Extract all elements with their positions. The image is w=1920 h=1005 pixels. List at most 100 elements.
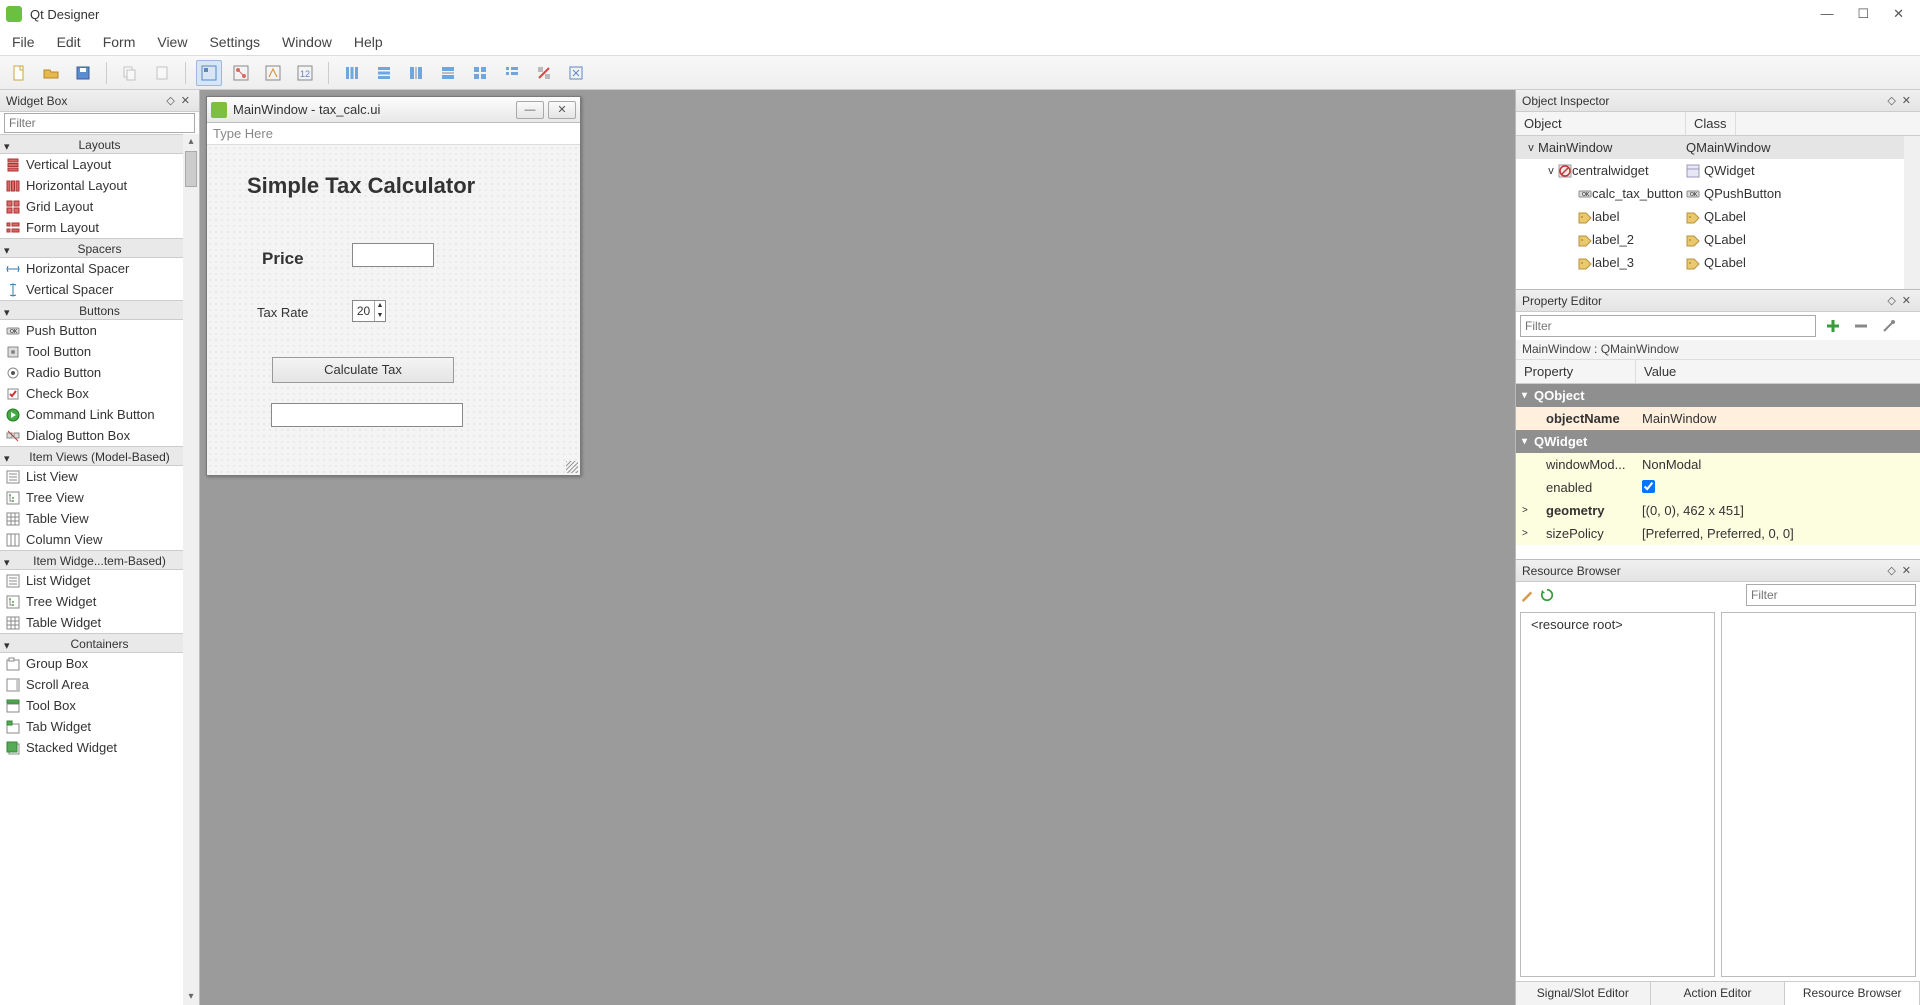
pe-col-value[interactable]: Value	[1636, 360, 1684, 383]
pe-property[interactable]: objectNameMainWindow	[1516, 407, 1920, 430]
wb-item[interactable]: Dialog Button Box	[0, 425, 199, 446]
oi-row[interactable]: labelQLabel	[1516, 205, 1920, 228]
wb-category[interactable]: ▾Item Widge...tem-Based)	[0, 550, 199, 570]
pe-property[interactable]: enabled	[1516, 476, 1920, 499]
scroll-thumb[interactable]	[185, 151, 197, 187]
resource-filter-input[interactable]	[1746, 584, 1916, 606]
enabled-checkbox[interactable]	[1642, 480, 1655, 493]
wb-item[interactable]: List View	[0, 466, 199, 487]
tb-layout-grid[interactable]	[467, 60, 493, 86]
result-output[interactable]	[271, 403, 463, 427]
rate-spinbox[interactable]: 20 ▲▼	[352, 300, 386, 322]
tb-copy[interactable]	[117, 60, 143, 86]
wb-item[interactable]: Tree View	[0, 487, 199, 508]
close-icon[interactable]: ✕	[1893, 6, 1904, 22]
wb-category[interactable]: ▾Layouts	[0, 134, 199, 154]
tab-action-editor[interactable]: Action Editor	[1651, 982, 1786, 1005]
tb-break-layout[interactable]	[531, 60, 557, 86]
scroll-up-icon[interactable]: ▴	[183, 134, 199, 150]
close-panel-icon[interactable]: ✕	[1899, 564, 1914, 577]
tb-layout-v[interactable]	[371, 60, 397, 86]
menu-help[interactable]: Help	[350, 32, 387, 52]
tab-resource-browser[interactable]: Resource Browser	[1785, 982, 1920, 1005]
form-window[interactable]: MainWindow - tax_calc.ui — ✕ Type Here S…	[206, 96, 581, 476]
menu-settings[interactable]: Settings	[205, 32, 264, 52]
reload-icon[interactable]	[1540, 588, 1554, 602]
float-icon[interactable]: ◇	[1884, 94, 1898, 107]
tb-paste[interactable]	[149, 60, 175, 86]
price-input[interactable]	[352, 243, 434, 267]
pe-property[interactable]: >geometry[(0, 0), 462 x 451]	[1516, 499, 1920, 522]
rate-label[interactable]: Tax Rate	[257, 305, 308, 320]
oi-row[interactable]: vMainWindowQMainWindow	[1516, 136, 1920, 159]
oi-row[interactable]: OKcalc_tax_buttonOKQPushButton	[1516, 182, 1920, 205]
wb-item[interactable]: Scroll Area	[0, 674, 199, 695]
menu-window[interactable]: Window	[278, 32, 336, 52]
wb-category[interactable]: ▾Item Views (Model-Based)	[0, 446, 199, 466]
wb-item[interactable]: List Widget	[0, 570, 199, 591]
tab-signal-slot[interactable]: Signal/Slot Editor	[1516, 982, 1651, 1005]
wb-category[interactable]: ▾Buttons	[0, 300, 199, 320]
wb-item[interactable]: Horizontal Layout	[0, 175, 199, 196]
settings-icon[interactable]	[1878, 315, 1900, 337]
resource-preview[interactable]	[1721, 612, 1916, 977]
tb-edit-widgets[interactable]	[196, 60, 222, 86]
tb-layout-vsplit[interactable]	[435, 60, 461, 86]
pe-group[interactable]: ▾QObject	[1516, 384, 1920, 407]
remove-property-icon[interactable]	[1850, 315, 1872, 337]
wb-category[interactable]: ▾Spacers	[0, 238, 199, 258]
design-canvas[interactable]: MainWindow - tax_calc.ui — ✕ Type Here S…	[200, 90, 1515, 1005]
wb-item[interactable]: Command Link Button	[0, 404, 199, 425]
oi-col-object[interactable]: Object	[1516, 112, 1686, 135]
float-icon[interactable]: ◇	[163, 94, 177, 107]
wb-item[interactable]: Tree Widget	[0, 591, 199, 612]
tb-layout-h[interactable]	[339, 60, 365, 86]
wb-item[interactable]: Table View	[0, 508, 199, 529]
widget-box-scrollbar[interactable]: ▴ ▾	[183, 134, 199, 1005]
wb-category[interactable]: ▾Containers	[0, 633, 199, 653]
maximize-icon[interactable]: ☐	[1857, 6, 1869, 22]
form-body[interactable]: Simple Tax Calculator Price Tax Rate 20 …	[207, 145, 580, 475]
wb-item[interactable]: Column View	[0, 529, 199, 550]
pe-group[interactable]: ▾QWidget	[1516, 430, 1920, 453]
oi-row[interactable]: vcentralwidgetQWidget	[1516, 159, 1920, 182]
close-panel-icon[interactable]: ✕	[1899, 294, 1914, 307]
oi-row[interactable]: label_3QLabel	[1516, 251, 1920, 274]
add-property-icon[interactable]	[1822, 315, 1844, 337]
tb-edit-buddies[interactable]	[260, 60, 286, 86]
wb-item[interactable]: Form Layout	[0, 217, 199, 238]
float-icon[interactable]: ◇	[1884, 294, 1898, 307]
wb-item[interactable]: Tool Box	[0, 695, 199, 716]
form-minimize-icon[interactable]: —	[516, 101, 544, 119]
edit-resources-icon[interactable]	[1520, 588, 1534, 602]
tb-save[interactable]	[70, 60, 96, 86]
form-menubar[interactable]: Type Here	[207, 123, 580, 145]
calculate-button[interactable]: Calculate Tax	[272, 357, 454, 383]
menu-file[interactable]: File	[8, 32, 39, 52]
resource-tree[interactable]: <resource root>	[1520, 612, 1715, 977]
wb-item[interactable]: OKPush Button	[0, 320, 199, 341]
menu-edit[interactable]: Edit	[53, 32, 85, 52]
wb-item[interactable]: Check Box	[0, 383, 199, 404]
oi-col-class[interactable]: Class	[1686, 112, 1736, 135]
wb-item[interactable]: Vertical Layout	[0, 154, 199, 175]
price-label[interactable]: Price	[262, 249, 304, 269]
close-panel-icon[interactable]: ✕	[1899, 94, 1914, 107]
pe-property[interactable]: >sizePolicy[Preferred, Preferred, 0, 0]	[1516, 522, 1920, 545]
close-panel-icon[interactable]: ✕	[178, 94, 193, 107]
oi-scrollbar[interactable]	[1904, 136, 1920, 289]
tb-adjust-size[interactable]	[563, 60, 589, 86]
resize-grip-icon[interactable]	[566, 461, 578, 473]
tb-open[interactable]	[38, 60, 64, 86]
scroll-down-icon[interactable]: ▾	[183, 989, 199, 1005]
spin-down-icon[interactable]: ▼	[375, 311, 385, 321]
form-heading[interactable]: Simple Tax Calculator	[247, 173, 475, 199]
tb-edit-signals[interactable]	[228, 60, 254, 86]
tb-new[interactable]	[6, 60, 32, 86]
menu-view[interactable]: View	[153, 32, 191, 52]
wb-item[interactable]: Radio Button	[0, 362, 199, 383]
object-inspector-tree[interactable]: vMainWindowQMainWindowvcentralwidgetQWid…	[1516, 136, 1920, 289]
wb-item[interactable]: Horizontal Spacer	[0, 258, 199, 279]
tb-layout-form[interactable]	[499, 60, 525, 86]
tb-layout-hsplit[interactable]	[403, 60, 429, 86]
